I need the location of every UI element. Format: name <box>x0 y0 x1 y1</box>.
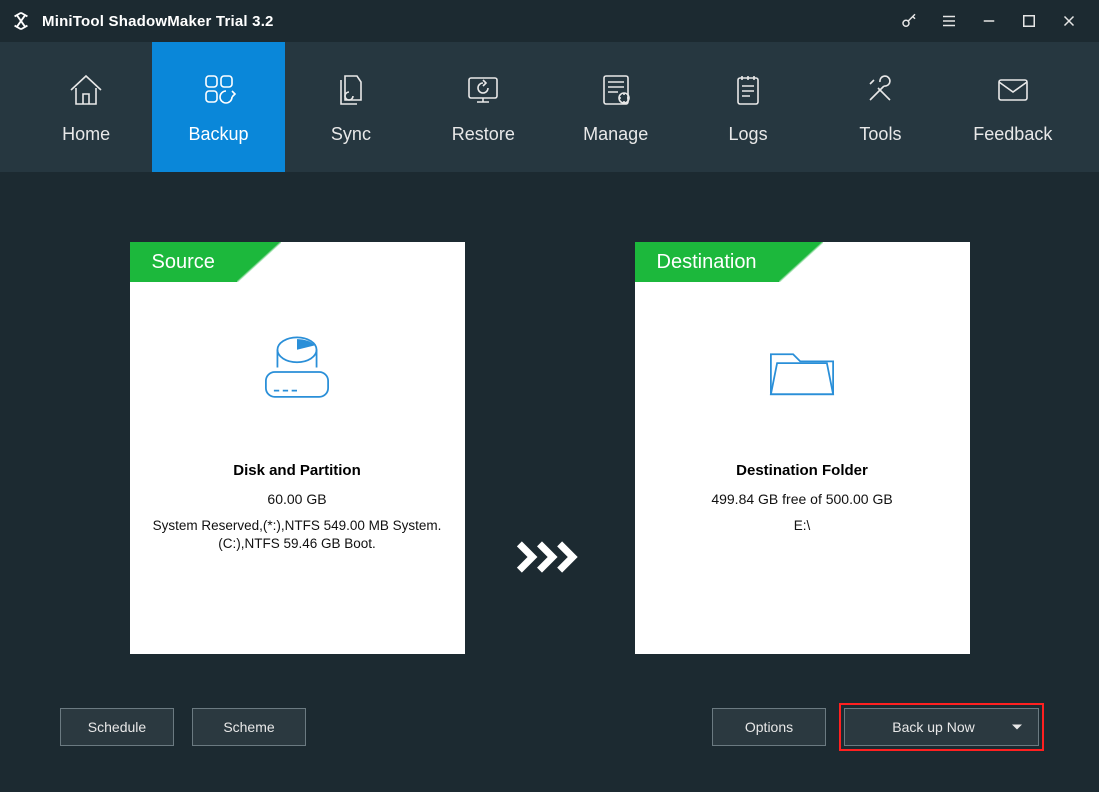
tab-home[interactable]: Home <box>20 42 152 172</box>
destination-title: Destination Folder <box>736 462 868 479</box>
tab-feedback[interactable]: Feedback <box>947 42 1079 172</box>
tab-backup[interactable]: Backup <box>152 42 284 172</box>
backup-now-button[interactable]: Back up Now <box>844 708 1039 746</box>
app-logo-icon <box>10 10 32 32</box>
tab-label: Home <box>62 124 110 145</box>
tab-label: Sync <box>331 124 371 145</box>
bottom-bar: Schedule Scheme Options Back up Now <box>0 682 1099 792</box>
options-button[interactable]: Options <box>712 708 826 746</box>
source-size: 60.00 GB <box>267 491 326 507</box>
destination-card[interactable]: Destination Destination Folder 499.84 GB… <box>635 242 970 654</box>
nav-tabs: Home Backup Sync Restore <box>0 42 1099 172</box>
tab-logs[interactable]: Logs <box>682 42 814 172</box>
tab-manage[interactable]: Manage <box>550 42 682 172</box>
source-detail: System Reserved,(*:),NTFS 549.00 MB Syst… <box>130 517 465 553</box>
tab-restore[interactable]: Restore <box>417 42 549 172</box>
tab-label: Feedback <box>973 124 1052 145</box>
tab-label: Restore <box>452 124 515 145</box>
tab-label: Backup <box>189 124 249 145</box>
folder-icon <box>757 332 847 412</box>
menu-icon[interactable] <box>929 0 969 42</box>
tab-label: Tools <box>859 124 901 145</box>
close-icon[interactable] <box>1049 0 1089 42</box>
titlebar: MiniTool ShadowMaker Trial 3.2 <box>0 0 1099 42</box>
scheme-button[interactable]: Scheme <box>192 708 306 746</box>
arrow-icon <box>515 537 585 577</box>
source-title: Disk and Partition <box>233 462 361 479</box>
app-title: MiniTool ShadowMaker Trial 3.2 <box>42 13 274 30</box>
maximize-icon[interactable] <box>1009 0 1049 42</box>
source-tab-label: Source <box>130 242 237 282</box>
destination-size: 499.84 GB free of 500.00 GB <box>711 491 892 507</box>
destination-detail: E:\ <box>784 517 821 535</box>
tab-label: Logs <box>729 124 768 145</box>
tab-label: Manage <box>583 124 648 145</box>
source-card[interactable]: Source Disk and Partition 60.00 GB Syste… <box>130 242 465 654</box>
disk-icon <box>252 332 342 412</box>
schedule-button[interactable]: Schedule <box>60 708 174 746</box>
minimize-icon[interactable] <box>969 0 1009 42</box>
tab-tools[interactable]: Tools <box>814 42 946 172</box>
main-area: Source Disk and Partition 60.00 GB Syste… <box>0 172 1099 682</box>
tab-sync[interactable]: Sync <box>285 42 417 172</box>
destination-tab-label: Destination <box>635 242 779 282</box>
key-icon[interactable] <box>889 0 929 42</box>
